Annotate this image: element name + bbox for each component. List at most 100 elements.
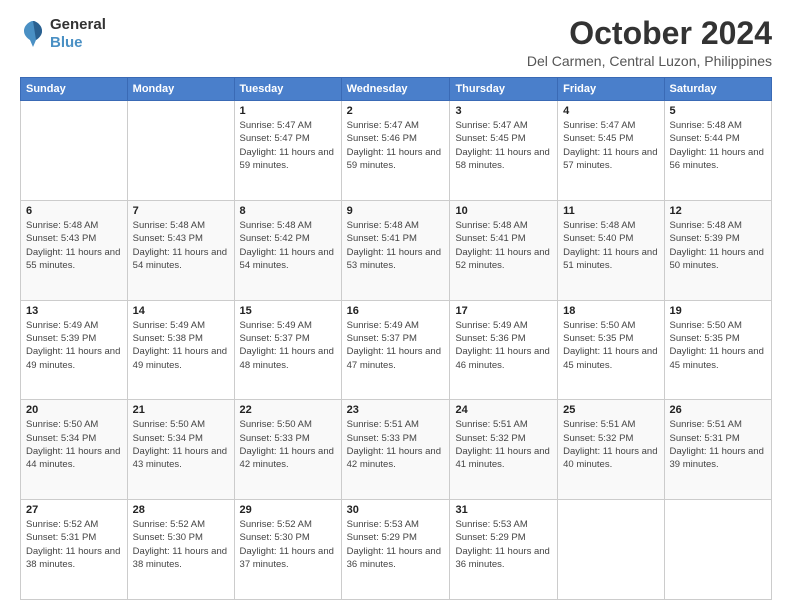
day-info: Sunrise: 5:51 AM Sunset: 5:31 PM Dayligh… <box>670 418 766 471</box>
table-cell: 15Sunrise: 5:49 AM Sunset: 5:37 PM Dayli… <box>234 300 341 400</box>
header-thursday: Thursday <box>450 78 558 101</box>
logo-blue: Blue <box>50 34 106 52</box>
table-cell: 17 Sunrise: 5:49 AM Sunset: 5:36 PM Dayli… <box>450 300 558 400</box>
day-info: Sunrise: 5:48 AM Sunset: 5:39 PM Dayligh… <box>670 219 766 272</box>
table-cell: 19 Sunrise: 5:50 AM Sunset: 5:35 PM Dayli… <box>664 300 771 400</box>
day-number: 26 <box>670 404 766 416</box>
day-info: Sunrise: 5:47 AM Sunset: 5:45 PM Dayligh… <box>563 119 658 172</box>
table-cell: 22 Sunrise: 5:50 AM Sunset: 5:33 PM Dayli… <box>234 400 341 500</box>
day-number: 15 <box>240 305 336 317</box>
day-info: Sunrise: 5:50 AM Sunset: 5:33 PM Dayligh… <box>240 418 336 471</box>
day-number: 19 <box>670 305 766 317</box>
day-info: Sunrise: 5:49 AM Sunset: 5:37 PM Dayligh… <box>347 319 445 372</box>
day-number: 24 <box>455 404 552 416</box>
header-tuesday: Tuesday <box>234 78 341 101</box>
day-number: 31 <box>455 504 552 516</box>
week-row-4: 20 Sunrise: 5:50 AM Sunset: 5:34 PM Dayli… <box>21 400 772 500</box>
day-number: 8 <box>240 205 336 217</box>
day-number: 30 <box>347 504 445 516</box>
week-row-5: 27 Sunrise: 5:52 AM Sunset: 5:31 PM Dayli… <box>21 500 772 600</box>
table-cell: 13Sunrise: 5:49 AM Sunset: 5:39 PM Dayli… <box>21 300 128 400</box>
table-cell: 26 Sunrise: 5:51 AM Sunset: 5:31 PM Dayli… <box>664 400 771 500</box>
day-info: Sunrise: 5:48 AM Sunset: 5:41 PM Dayligh… <box>347 219 445 272</box>
table-cell: 14 Sunrise: 5:49 AM Sunset: 5:38 PM Dayli… <box>127 300 234 400</box>
day-info: Sunrise: 5:47 AM Sunset: 5:46 PM Dayligh… <box>347 119 445 172</box>
day-info: Sunrise: 5:52 AM Sunset: 5:30 PM Dayligh… <box>240 518 336 571</box>
calendar-header-row: Sunday Monday Tuesday Wednesday Thursday… <box>21 78 772 101</box>
calendar-table: Sunday Monday Tuesday Wednesday Thursday… <box>20 77 772 600</box>
day-info: Sunrise: 5:50 AM Sunset: 5:35 PM Dayligh… <box>670 319 766 372</box>
day-number: 28 <box>133 504 229 516</box>
table-cell: 7 Sunrise: 5:48 AM Sunset: 5:43 PM Daylig… <box>127 200 234 300</box>
table-cell: 9Sunrise: 5:48 AM Sunset: 5:41 PM Daylig… <box>341 200 450 300</box>
table-cell: 6Sunrise: 5:48 AM Sunset: 5:43 PM Daylig… <box>21 200 128 300</box>
day-info: Sunrise: 5:51 AM Sunset: 5:32 PM Dayligh… <box>563 418 658 471</box>
table-cell: 16 Sunrise: 5:49 AM Sunset: 5:37 PM Dayli… <box>341 300 450 400</box>
page: General Blue October 2024 Del Carmen, Ce… <box>0 0 792 612</box>
table-cell: 28 Sunrise: 5:52 AM Sunset: 5:30 PM Dayli… <box>127 500 234 600</box>
title-block: October 2024 Del Carmen, Central Luzon, … <box>527 16 772 69</box>
day-number: 17 <box>455 305 552 317</box>
week-row-3: 13Sunrise: 5:49 AM Sunset: 5:39 PM Dayli… <box>21 300 772 400</box>
day-info: Sunrise: 5:50 AM Sunset: 5:34 PM Dayligh… <box>26 418 122 471</box>
day-info: Sunrise: 5:49 AM Sunset: 5:36 PM Dayligh… <box>455 319 552 372</box>
header-wednesday: Wednesday <box>341 78 450 101</box>
table-cell: 12 Sunrise: 5:48 AM Sunset: 5:39 PM Dayli… <box>664 200 771 300</box>
day-info: Sunrise: 5:48 AM Sunset: 5:40 PM Dayligh… <box>563 219 658 272</box>
day-info: Sunrise: 5:47 AM Sunset: 5:47 PM Dayligh… <box>240 119 336 172</box>
table-cell: 20 Sunrise: 5:50 AM Sunset: 5:34 PM Dayli… <box>21 400 128 500</box>
day-number: 4 <box>563 105 658 117</box>
day-number: 10 <box>455 205 552 217</box>
table-cell <box>558 500 664 600</box>
table-cell: 2Sunrise: 5:47 AM Sunset: 5:46 PM Daylig… <box>341 101 450 201</box>
day-info: Sunrise: 5:52 AM Sunset: 5:31 PM Dayligh… <box>26 518 122 571</box>
day-number: 11 <box>563 205 658 217</box>
day-info: Sunrise: 5:48 AM Sunset: 5:43 PM Dayligh… <box>26 219 122 272</box>
day-number: 29 <box>240 504 336 516</box>
table-cell: 3Sunrise: 5:47 AM Sunset: 5:45 PM Daylig… <box>450 101 558 201</box>
table-cell: 11 Sunrise: 5:48 AM Sunset: 5:40 PM Dayli… <box>558 200 664 300</box>
table-cell: 21 Sunrise: 5:50 AM Sunset: 5:34 PM Dayli… <box>127 400 234 500</box>
table-cell: 4 Sunrise: 5:47 AM Sunset: 5:45 PM Daylig… <box>558 101 664 201</box>
table-cell: 18Sunrise: 5:50 AM Sunset: 5:35 PM Dayli… <box>558 300 664 400</box>
day-number: 16 <box>347 305 445 317</box>
day-number: 14 <box>133 305 229 317</box>
day-info: Sunrise: 5:48 AM Sunset: 5:41 PM Dayligh… <box>455 219 552 272</box>
table-cell: 29 Sunrise: 5:52 AM Sunset: 5:30 PM Dayli… <box>234 500 341 600</box>
logo-general: General <box>50 16 106 34</box>
day-info: Sunrise: 5:53 AM Sunset: 5:29 PM Dayligh… <box>455 518 552 571</box>
day-info: Sunrise: 5:50 AM Sunset: 5:34 PM Dayligh… <box>133 418 229 471</box>
day-number: 1 <box>240 105 336 117</box>
day-number: 23 <box>347 404 445 416</box>
day-number: 22 <box>240 404 336 416</box>
table-cell <box>127 101 234 201</box>
week-row-2: 6Sunrise: 5:48 AM Sunset: 5:43 PM Daylig… <box>21 200 772 300</box>
day-info: Sunrise: 5:49 AM Sunset: 5:38 PM Dayligh… <box>133 319 229 372</box>
header-sunday: Sunday <box>21 78 128 101</box>
day-info: Sunrise: 5:52 AM Sunset: 5:30 PM Dayligh… <box>133 518 229 571</box>
day-info: Sunrise: 5:48 AM Sunset: 5:42 PM Dayligh… <box>240 219 336 272</box>
table-cell: 1 Sunrise: 5:47 AM Sunset: 5:47 PM Daylig… <box>234 101 341 201</box>
day-info: Sunrise: 5:47 AM Sunset: 5:45 PM Dayligh… <box>455 119 552 172</box>
header: General Blue October 2024 Del Carmen, Ce… <box>20 16 772 69</box>
day-number: 12 <box>670 205 766 217</box>
day-number: 20 <box>26 404 122 416</box>
day-info: Sunrise: 5:48 AM Sunset: 5:43 PM Dayligh… <box>133 219 229 272</box>
table-cell <box>21 101 128 201</box>
table-cell: 24Sunrise: 5:51 AM Sunset: 5:32 PM Dayli… <box>450 400 558 500</box>
day-info: Sunrise: 5:48 AM Sunset: 5:44 PM Dayligh… <box>670 119 766 172</box>
day-number: 27 <box>26 504 122 516</box>
header-friday: Friday <box>558 78 664 101</box>
day-info: Sunrise: 5:49 AM Sunset: 5:39 PM Dayligh… <box>26 319 122 372</box>
table-cell <box>664 500 771 600</box>
table-cell: 31 Sunrise: 5:53 AM Sunset: 5:29 PM Dayli… <box>450 500 558 600</box>
header-monday: Monday <box>127 78 234 101</box>
table-cell: 5 Sunrise: 5:48 AM Sunset: 5:44 PM Daylig… <box>664 101 771 201</box>
header-saturday: Saturday <box>664 78 771 101</box>
day-number: 18 <box>563 305 658 317</box>
day-number: 7 <box>133 205 229 217</box>
day-number: 5 <box>670 105 766 117</box>
location: Del Carmen, Central Luzon, Philippines <box>527 53 772 69</box>
day-info: Sunrise: 5:53 AM Sunset: 5:29 PM Dayligh… <box>347 518 445 571</box>
day-number: 21 <box>133 404 229 416</box>
